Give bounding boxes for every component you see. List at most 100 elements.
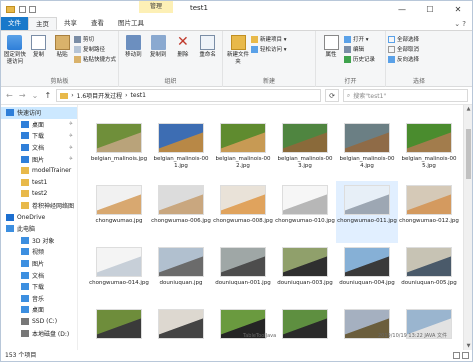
file-item[interactable]: chongwumao.jpg [88, 181, 150, 243]
ribbon-help[interactable]: ⌄ ? [454, 20, 466, 28]
breadcrumb-item[interactable]: 1.6项目开发过程 [77, 91, 123, 100]
vertical-scrollbar[interactable]: ▲ ▼ [463, 105, 472, 350]
new-item-icon [251, 35, 258, 43]
maximize-button[interactable]: ☐ [416, 1, 444, 17]
file-name: douniuquan.jpg [159, 280, 203, 286]
folder-icon [60, 92, 69, 99]
history-button[interactable]: 历史记录 [344, 55, 375, 63]
file-item[interactable] [274, 305, 336, 350]
file-item[interactable] [150, 305, 212, 350]
file-item[interactable]: douniuquan-003.jpg [274, 243, 336, 305]
history-icon [344, 55, 351, 63]
recent-locations-button[interactable]: ⌄ [31, 91, 40, 100]
easy-access-button[interactable]: 轻松访问 ▾ [251, 45, 287, 53]
nav-item[interactable]: modelTrainer [1, 165, 77, 177]
organize-group-label: 组织 [164, 78, 177, 85]
large-icons-view-icon[interactable] [462, 352, 469, 359]
scroll-thumb[interactable] [466, 129, 471, 179]
new-folder-icon[interactable] [29, 6, 36, 13]
details-view-icon[interactable] [453, 352, 460, 359]
nav-item[interactable]: 音乐 [1, 293, 77, 305]
edit-button[interactable]: 编辑 [344, 45, 375, 53]
nav-item[interactable]: 卷积神经网络图 [1, 200, 77, 212]
file-item[interactable]: douniuquan-005.jpg [398, 243, 460, 305]
nav-item[interactable]: 下载 ✈ [1, 130, 77, 142]
paste-shortcut-button[interactable]: 粘贴快捷方式 [73, 55, 116, 63]
partial-row-name: TableToolJava [243, 333, 277, 339]
open-button[interactable]: 打开 ▾ [344, 35, 375, 43]
context-tab-manage[interactable]: 管理 [139, 1, 173, 13]
tab-picture-tools[interactable]: 图片工具 [111, 17, 151, 30]
forward-button[interactable]: → [18, 91, 27, 100]
nav-item[interactable]: 图片 [1, 258, 77, 270]
nav-item[interactable]: 此电脑 [1, 223, 77, 235]
invert-selection-button[interactable]: 反向选择 [388, 55, 419, 63]
nav-item[interactable]: 文档 [1, 269, 77, 281]
cut-button[interactable]: 剪切 [73, 35, 116, 43]
copy-path-icon [73, 45, 81, 53]
select-all-label: 全部选择 [397, 37, 420, 43]
scroll-up-icon[interactable]: ▲ [464, 106, 472, 112]
nav-item[interactable]: OneDrive [1, 211, 77, 223]
nav-item[interactable]: 桌面 ✈ [1, 119, 77, 131]
nav-item[interactable]: 桌面 [1, 304, 77, 316]
file-item[interactable]: chongwumao-008.jpg [212, 181, 274, 243]
new-item-button[interactable]: 新建项目 ▾ [251, 35, 287, 43]
refresh-button[interactable]: ⟳ [325, 89, 339, 102]
nav-item[interactable]: 文档 ✈ [1, 142, 77, 154]
file-item[interactable]: chongwumao-012.jpg [398, 181, 460, 243]
file-item[interactable]: belgian_malinois-005.jpg [398, 119, 460, 181]
nav-item-label: 下载 [32, 284, 45, 292]
file-item[interactable]: douniuquan.jpg [150, 243, 212, 305]
file-item[interactable]: chongwumao-010.jpg [274, 181, 336, 243]
up-button[interactable]: ↑ [43, 91, 52, 100]
file-item[interactable]: belgian_malinois-002.jpg [212, 119, 274, 181]
nav-item[interactable]: 本地磁盘 (D:) [1, 327, 77, 339]
nav-item[interactable]: SSD (C:) [1, 316, 77, 328]
nav-item-label: 图片 [32, 156, 45, 164]
close-button[interactable]: ✕ [444, 1, 472, 17]
nav-item[interactable]: 图片 ✈ [1, 153, 77, 165]
nav-item[interactable]: test1 [1, 177, 77, 189]
file-item[interactable]: belgian_malinois-004.jpg [336, 119, 398, 181]
file-item[interactable] [88, 305, 150, 350]
tab-view[interactable]: 查看 [84, 17, 111, 30]
file-thumbnail [158, 123, 204, 153]
nav-item[interactable]: test2 [1, 188, 77, 200]
search-box[interactable]: ⌕ 搜索"test1" [342, 89, 469, 102]
file-item[interactable]: chongwumao-011.jpg [336, 181, 398, 243]
tab-home[interactable]: 主页 [28, 17, 57, 30]
back-button[interactable]: ← [5, 91, 14, 100]
file-item[interactable]: chongwumao-006.jpg [150, 181, 212, 243]
scroll-down-icon[interactable]: ▼ [464, 343, 472, 349]
select-all-button[interactable]: 全部选择 [388, 35, 419, 43]
tab-share[interactable]: 共享 [57, 17, 84, 30]
copy-to-label: 复制到 [149, 52, 167, 58]
open-group: 属性 打开 ▾ 编辑 历史记录 打开 [316, 31, 386, 87]
file-item[interactable]: belgian_malinois-003.jpg [274, 119, 336, 181]
minimize-button[interactable]: — [388, 1, 416, 17]
file-item[interactable]: belgian_malinois.jpg [88, 119, 150, 181]
file-item[interactable]: chongwumao-014.jpg [88, 243, 150, 305]
chevron-right-icon: › [125, 92, 128, 99]
nav-item[interactable]: 快速访问 [1, 107, 77, 119]
file-item[interactable]: douniuquan-001.jpg [212, 243, 274, 305]
file-item[interactable]: douniuquan-004.jpg [336, 243, 398, 305]
file-item[interactable] [336, 305, 398, 350]
file-item[interactable] [212, 305, 274, 350]
nav-item[interactable]: 视频 [1, 246, 77, 258]
breadcrumb-item[interactable]: test1 [131, 92, 146, 99]
properties-icon[interactable] [19, 6, 26, 13]
invert-selection-icon [388, 55, 395, 63]
address-path[interactable]: › 1.6项目开发过程 › test1 [56, 89, 322, 102]
tab-file[interactable]: 文件 [1, 17, 28, 30]
file-name: chongwumao-011.jpg [337, 218, 397, 224]
copy-path-button[interactable]: 复制路径 [73, 45, 116, 53]
nav-item[interactable]: 3D 对象 [1, 235, 77, 247]
select-none-button[interactable]: 全部取消 [388, 45, 419, 53]
file-thumbnail [220, 123, 266, 153]
nav-item[interactable]: 下载 [1, 281, 77, 293]
select-group-label: 选择 [412, 78, 425, 85]
file-item[interactable] [398, 305, 460, 350]
file-item[interactable]: belgian_malinois-001.jpg [150, 119, 212, 181]
